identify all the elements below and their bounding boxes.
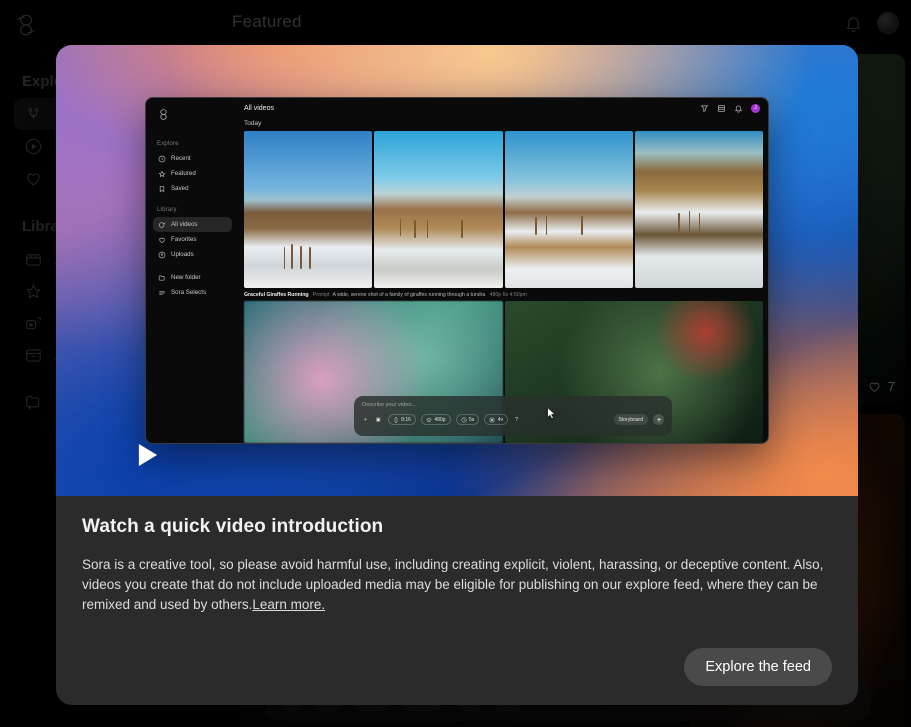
inner-video-grid-row1: [239, 131, 768, 288]
inner-composer-placeholder: Describe your video...: [362, 402, 417, 408]
inner-section-today-label: Today: [244, 120, 262, 127]
inner-video-thumbnail[interactable]: [634, 131, 763, 288]
inner-sidebar-item-all-videos[interactable]: All videos: [153, 217, 232, 232]
mouse-cursor-icon: [547, 407, 556, 419]
list-icon: [159, 290, 165, 295]
clock-icon: [158, 155, 166, 162]
image-icon[interactable]: ▣: [374, 414, 383, 425]
inner-sidebar-item-favorites[interactable]: Favorites: [153, 232, 232, 247]
inner-sidebar: Explore Recent Featured Saved Library Al…: [146, 98, 239, 443]
video-intro-modal: Explore Recent Featured Saved Library Al…: [56, 45, 858, 705]
aspect-ratio-value: 9:16: [401, 416, 411, 423]
duration-chip[interactable]: 5s: [455, 414, 480, 425]
giraffe-figures: [505, 131, 633, 288]
explore-the-feed-button[interactable]: Explore the feed: [684, 648, 832, 686]
sora-logo-icon: [160, 109, 167, 120]
storyboard-button[interactable]: Storyboard: [613, 414, 648, 425]
inner-sidebar-item-sora-selects[interactable]: Sora Selects: [153, 285, 232, 300]
caption-prompt-label: Prompt: [312, 292, 330, 298]
filter-icon[interactable]: [700, 104, 709, 113]
resolution-icon: [426, 417, 432, 422]
inner-sidebar-gap: [153, 196, 232, 204]
inner-section-explore-label: Explore: [157, 141, 179, 147]
inner-main: All videos J Today Graceful Giraffes Run…: [239, 98, 768, 443]
inner-sidebar-gap-2: [153, 262, 232, 270]
aspect-ratio-chip[interactable]: 9:16: [387, 414, 416, 425]
inner-page-title: All videos: [244, 104, 274, 112]
inner-sidebar-item-label: Saved: [171, 185, 189, 192]
inner-sidebar-item-label: Uploads: [171, 251, 194, 258]
inner-sidebar-item-new-folder[interactable]: New folder: [153, 270, 232, 285]
folder-plus-icon: [158, 275, 165, 280]
upload-icon: [158, 251, 166, 258]
inner-video-thumbnail[interactable]: [374, 131, 503, 288]
learn-more-link[interactable]: Learn more.: [252, 597, 325, 612]
inner-sidebar-item-featured[interactable]: Featured: [153, 166, 232, 181]
play-button[interactable]: [130, 438, 164, 472]
inner-sidebar-item-label: Favorites: [171, 236, 197, 243]
list-view-icon[interactable]: [717, 104, 726, 113]
variations-chip[interactable]: 4v: [484, 414, 509, 425]
submit-button[interactable]: [653, 414, 664, 425]
inner-sidebar-item-recent[interactable]: Recent: [153, 151, 232, 166]
intro-video-player[interactable]: Explore Recent Featured Saved Library Al…: [56, 45, 858, 496]
clock-icon: [461, 417, 467, 422]
inner-topbar: All videos J: [239, 98, 768, 118]
inner-section-library-label: Library: [157, 207, 177, 213]
aspect-icon: [394, 417, 397, 422]
inner-sidebar-item-label: Sora Selects: [171, 289, 207, 296]
play-icon: [138, 443, 157, 467]
inner-sidebar-item-saved[interactable]: Saved: [153, 181, 232, 196]
caption-meta: 480p 6s 4:50pm: [489, 292, 527, 298]
inner-app-window: Explore Recent Featured Saved Library Al…: [145, 97, 769, 444]
caption-title: Graceful Giraffes Running: [244, 292, 309, 298]
inner-composer-toolbar: + ▣ 9:16 480p 5s 4v ? Storyboard: [362, 414, 664, 425]
modal-description-text: Sora is a creative tool, so please avoid…: [82, 557, 824, 612]
duration-value: 5s: [469, 416, 475, 423]
modal-body: Watch a quick video introduction Sora is…: [56, 496, 858, 615]
giraffe-figures: [635, 131, 763, 288]
inner-sidebar-item-label: Featured: [171, 170, 196, 177]
caption-prompt: A wide, serene shot of a family of giraf…: [332, 292, 486, 298]
heart-outline-icon: [159, 237, 165, 243]
bookmark-icon: [159, 185, 165, 192]
help-icon[interactable]: ?: [513, 414, 520, 425]
inner-video-thumbnail[interactable]: [504, 131, 633, 288]
inner-sidebar-item-label: New folder: [171, 274, 201, 281]
star-icon: [158, 170, 166, 177]
inner-avatar[interactable]: J: [751, 103, 760, 113]
inner-sidebar-item-label: Recent: [171, 155, 191, 162]
modal-title: Watch a quick video introduction: [82, 516, 384, 537]
inner-sidebar-item-uploads[interactable]: Uploads: [153, 247, 232, 262]
inner-video-thumbnail[interactable]: [244, 131, 373, 288]
arrow-up-icon: [656, 417, 661, 422]
all-videos-icon: [159, 221, 165, 228]
inner-sidebar-item-label: All videos: [171, 221, 198, 228]
modal-footer: Explore the feed: [684, 648, 832, 686]
giraffe-figures: [244, 131, 372, 288]
variations-value: 4v: [497, 416, 504, 423]
modal-description: Sora is a creative tool, so please avoid…: [82, 555, 832, 615]
inner-video-caption: Graceful Giraffes Running Prompt A wide,…: [239, 288, 768, 301]
plus-icon[interactable]: +: [362, 414, 369, 425]
inner-composer[interactable]: Describe your video... + ▣ 9:16 480p 5s …: [354, 396, 672, 436]
app-root: Featured Explore Featured: [0, 0, 911, 727]
resolution-value: 480p: [434, 416, 446, 423]
resolution-chip[interactable]: 480p: [420, 414, 451, 425]
bell-icon[interactable]: [734, 104, 743, 113]
variations-icon: [490, 417, 495, 422]
giraffe-figures: [374, 131, 502, 288]
